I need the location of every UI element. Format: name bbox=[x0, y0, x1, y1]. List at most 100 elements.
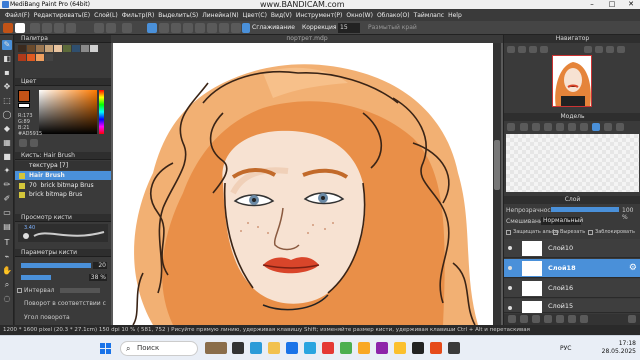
app-icon[interactable] bbox=[376, 342, 388, 354]
redo-icon[interactable] bbox=[106, 23, 116, 33]
hue-bar[interactable] bbox=[99, 90, 104, 134]
snap-settings-icon[interactable] bbox=[231, 23, 241, 33]
layer-row-selected[interactable]: Слой18 ⚙ bbox=[504, 259, 640, 278]
canvas-scroll-thumb[interactable] bbox=[494, 140, 500, 190]
nav-reset-icon[interactable] bbox=[617, 46, 625, 53]
snap-curve-icon[interactable] bbox=[219, 23, 229, 33]
merge-down-icon[interactable] bbox=[556, 315, 564, 323]
snap-radial-icon[interactable] bbox=[195, 23, 205, 33]
maximize-button[interactable]: □ bbox=[602, 0, 622, 9]
model-icon[interactable] bbox=[507, 123, 515, 131]
brush-opacity-value[interactable]: 38 % bbox=[89, 274, 107, 281]
palette-swatch[interactable] bbox=[27, 45, 35, 52]
blend-mode-select[interactable]: Нормальный bbox=[541, 217, 583, 225]
nav-zoom-in-icon[interactable] bbox=[507, 46, 515, 53]
snap-circle-icon[interactable] bbox=[207, 23, 217, 33]
select-eraser-icon[interactable]: ✐ bbox=[2, 194, 12, 204]
nav-rotate-left-icon[interactable] bbox=[595, 46, 603, 53]
invert-icon[interactable] bbox=[54, 23, 64, 33]
smoothing-checkbox[interactable] bbox=[242, 23, 250, 33]
app-icon[interactable] bbox=[412, 342, 424, 354]
eraser-tool-icon[interactable]: ◧ bbox=[2, 54, 12, 64]
model-icon[interactable] bbox=[520, 123, 528, 131]
menu-cloud[interactable]: Облако(O) bbox=[375, 12, 412, 19]
select-tool-icon[interactable]: ⬚ bbox=[2, 96, 12, 106]
model-icon[interactable] bbox=[544, 123, 552, 131]
visibility-icon[interactable] bbox=[508, 266, 512, 270]
menu-help[interactable]: Help bbox=[446, 12, 464, 19]
explorer-icon[interactable] bbox=[268, 342, 280, 354]
zoom-tool-icon[interactable]: ⌕ bbox=[2, 280, 12, 290]
snap-off-icon[interactable] bbox=[159, 23, 169, 33]
widget-icon[interactable] bbox=[205, 342, 227, 354]
current-color-swatch[interactable] bbox=[3, 23, 13, 33]
color-mode-icon[interactable] bbox=[19, 139, 27, 147]
layer-opacity-slider[interactable] bbox=[551, 207, 619, 212]
magic-wand-icon[interactable]: ✦ bbox=[2, 166, 12, 176]
lasso-tool-icon[interactable]: ◯ bbox=[2, 110, 12, 120]
model-icon[interactable] bbox=[556, 123, 564, 131]
transform-icon[interactable] bbox=[66, 23, 76, 33]
saturation-value-area[interactable] bbox=[39, 90, 97, 134]
visibility-icon[interactable] bbox=[508, 306, 512, 310]
menu-ruler[interactable]: Линейка(N) bbox=[200, 12, 240, 19]
hand-tool-icon[interactable]: ✋ bbox=[2, 266, 12, 276]
model-viewport[interactable] bbox=[506, 134, 639, 192]
palette-swatch[interactable] bbox=[54, 45, 62, 52]
visibility-icon[interactable] bbox=[508, 246, 512, 250]
palette-swatch[interactable] bbox=[81, 45, 89, 52]
windows-start-icon[interactable] bbox=[100, 343, 111, 354]
protect-alpha-checkbox[interactable] bbox=[506, 230, 511, 235]
store-icon[interactable] bbox=[286, 342, 298, 354]
menu-file[interactable]: Файл(F) bbox=[3, 12, 32, 19]
drawing-canvas[interactable] bbox=[113, 43, 493, 325]
background-color[interactable] bbox=[18, 103, 30, 108]
clip-checkbox[interactable] bbox=[553, 230, 558, 235]
menu-filter[interactable]: Фильтр(R) bbox=[120, 12, 157, 19]
model-icon[interactable] bbox=[616, 123, 624, 131]
palette-swatch[interactable] bbox=[27, 54, 35, 61]
menu-timelapse[interactable]: Таймлапс bbox=[412, 12, 447, 19]
app-icon[interactable] bbox=[358, 342, 370, 354]
language-indicator[interactable]: РУС bbox=[560, 345, 571, 352]
undo-icon[interactable] bbox=[94, 23, 104, 33]
palette-swatch[interactable] bbox=[72, 45, 80, 52]
menu-tool[interactable]: Инструмент(P) bbox=[294, 12, 345, 19]
brush-item[interactable]: 70 brick bitmap Brus bbox=[15, 181, 111, 190]
correction-input[interactable]: 15 bbox=[338, 23, 360, 33]
secondary-color-swatch[interactable] bbox=[15, 23, 25, 33]
brush-item[interactable]: brick bitmap Brus bbox=[15, 190, 111, 199]
nav-flip-icon[interactable] bbox=[584, 46, 592, 53]
palette-swatch[interactable] bbox=[18, 45, 26, 52]
menu-select[interactable]: Выделить(S) bbox=[156, 12, 200, 19]
nav-fit-icon[interactable] bbox=[529, 46, 537, 53]
model-hand-icon[interactable] bbox=[592, 123, 600, 131]
palette-swatch[interactable] bbox=[45, 54, 53, 61]
interval-slider[interactable] bbox=[60, 288, 100, 293]
close-button[interactable]: ✕ bbox=[621, 0, 640, 9]
document-tab[interactable]: портрет.mdp bbox=[111, 35, 503, 43]
brush-group[interactable]: текстура [7] bbox=[15, 161, 111, 170]
nav-rotate-right-icon[interactable] bbox=[606, 46, 614, 53]
edge-browser-icon[interactable] bbox=[250, 342, 262, 354]
menu-layer[interactable]: Слой(L) bbox=[92, 12, 120, 19]
layer-row[interactable]: Слой15 bbox=[504, 299, 640, 313]
palette-swatch[interactable] bbox=[90, 45, 98, 52]
select-pen-icon[interactable]: ✏ bbox=[2, 180, 12, 190]
new-layer-icon[interactable] bbox=[508, 315, 516, 323]
brush-opacity-slider[interactable] bbox=[21, 275, 51, 280]
deselect-icon[interactable] bbox=[122, 23, 132, 33]
clear-icon[interactable] bbox=[30, 23, 40, 33]
bandicam-icon[interactable] bbox=[430, 342, 442, 354]
minimize-button[interactable]: – bbox=[582, 0, 602, 9]
menu-color[interactable]: Цвет(C) bbox=[241, 12, 269, 19]
nav-zoom-out-icon[interactable] bbox=[518, 46, 526, 53]
new-halftone-layer-icon[interactable] bbox=[520, 315, 528, 323]
navigator-thumbnail[interactable] bbox=[552, 55, 592, 107]
fill-tool-icon[interactable]: ◆ bbox=[2, 124, 12, 134]
visibility-icon[interactable] bbox=[508, 286, 512, 290]
clock[interactable]: 17:18 28.05.2025 bbox=[600, 340, 636, 356]
app-icon[interactable] bbox=[322, 342, 334, 354]
duplicate-layer-icon[interactable] bbox=[544, 315, 552, 323]
new-folder-icon[interactable] bbox=[532, 315, 540, 323]
